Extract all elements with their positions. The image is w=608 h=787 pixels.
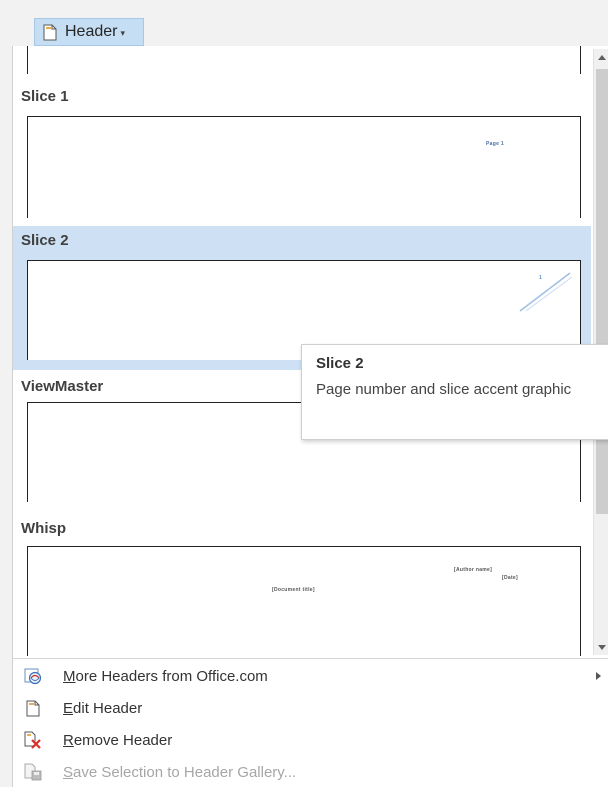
gallery-item-title: Slice 1: [21, 88, 69, 105]
menu-item-label: Remove Header: [63, 731, 173, 749]
gallery-item-slice-1[interactable]: Slice 1 Page 1: [13, 76, 591, 218]
save-selection-icon: [23, 762, 43, 782]
scroll-thumb[interactable]: [596, 69, 608, 514]
header-options-menu: More Headers from Office.com Edit Header: [13, 658, 608, 787]
preview-date: [Date]: [502, 575, 518, 581]
header-button-label: Header: [65, 23, 118, 40]
office-globe-icon: [23, 666, 43, 686]
tooltip-title: Slice 2: [316, 355, 364, 372]
arrow-up-icon: [598, 54, 606, 60]
scroll-up-button[interactable]: [594, 49, 608, 65]
preview-author: [Author name]: [454, 567, 493, 573]
gallery-item-whisp[interactable]: Whisp [Author name] [Date] [Document tit…: [13, 512, 591, 656]
more-headers-menu-item[interactable]: More Headers from Office.com: [13, 661, 608, 691]
gallery-item-partial[interactable]: [27, 46, 581, 74]
gallery-tooltip: Slice 2 Page number and slice accent gra…: [301, 344, 608, 440]
slice-accent-graphic: [519, 272, 573, 312]
menu-item-label: Edit Header: [63, 699, 143, 717]
header-dropdown-button[interactable]: Header ▾: [34, 18, 144, 46]
arrow-down-icon: [598, 644, 606, 650]
menu-item-label: Save Selection to Header Gallery...: [63, 763, 297, 781]
preview-page-number: Page 1: [486, 141, 504, 147]
preview-document-title: [Document title]: [272, 587, 315, 593]
edit-header-icon: [23, 698, 43, 718]
chevron-down-icon: ▾: [120, 27, 126, 38]
save-selection-menu-item: Save Selection to Header Gallery...: [13, 757, 608, 787]
header-preview-thumbnail: [Author name] [Date] [Document title]: [27, 546, 581, 656]
tooltip-description: Page number and slice accent graphic: [316, 381, 572, 398]
menu-item-label: More Headers from Office.com: [63, 667, 268, 685]
remove-header-menu-item[interactable]: Remove Header: [13, 725, 608, 755]
document-icon: [43, 24, 57, 40]
edit-header-menu-item[interactable]: Edit Header: [13, 693, 608, 723]
header-preview-thumbnail: Page 1: [27, 116, 581, 218]
submenu-arrow-icon: [596, 672, 601, 680]
ribbon-bar: Header ▾: [0, 0, 608, 46]
remove-header-icon: [23, 730, 43, 750]
gallery-item-title: ViewMaster: [21, 378, 104, 395]
gallery-item-title: Slice 2: [21, 232, 69, 249]
gallery-item-title: Whisp: [21, 520, 66, 537]
scroll-down-button[interactable]: [594, 639, 608, 655]
